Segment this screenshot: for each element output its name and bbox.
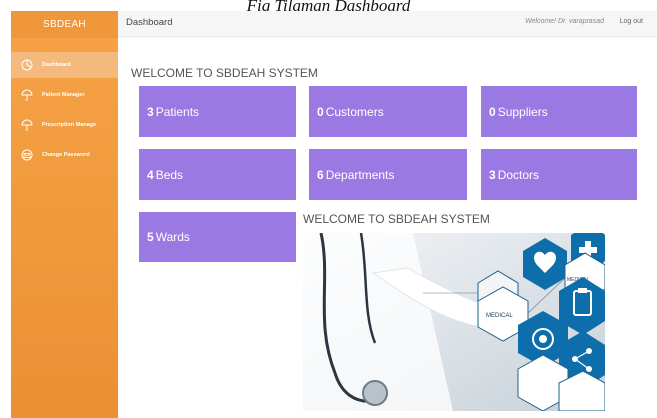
tile-label: Wards [155, 230, 190, 244]
sidebar: SBDEAH Dashboard Patient Manager Prescri… [11, 11, 118, 418]
image-heading: WELCOME TO SBDEAH SYSTEM [303, 212, 490, 226]
sidebar-item-dashboard[interactable]: Dashboard [11, 52, 118, 78]
sidebar-item-change-password[interactable]: Change Password [11, 142, 118, 168]
umbrella-icon [21, 119, 33, 131]
tile-label: Patients [155, 104, 200, 119]
welcome-heading: WELCOME TO SBDEAH SYSTEM [131, 66, 318, 80]
tile-suppliers[interactable]: 0 Suppliers [481, 86, 637, 137]
sidebar-item-label: Dashboard [42, 62, 71, 68]
tile-label: Customers [325, 104, 384, 119]
tile-label: Doctors [497, 167, 540, 182]
dashboard-icon [21, 59, 33, 71]
tile-count: 0 [317, 104, 324, 119]
sidebar-nav: Dashboard Patient Manager Prescription M… [11, 52, 118, 168]
tile-departments[interactable]: 6 Departments [309, 149, 467, 200]
tile-label: Suppliers [497, 104, 548, 119]
tile-count: 0 [489, 104, 496, 119]
tile-patients[interactable]: 3 Patients [139, 86, 296, 137]
sidebar-item-patient-manager[interactable]: Patient Manager [11, 82, 118, 108]
logout-link[interactable]: Log out [620, 18, 643, 25]
tile-count: 4 [147, 167, 154, 182]
tile-customers[interactable]: 0 Customers [309, 86, 467, 137]
tile-beds[interactable]: 4 Beds [139, 149, 296, 200]
sidebar-item-label: Patient Manager [42, 92, 85, 98]
page-title: Dashboard [126, 17, 173, 28]
tile-count: 3 [147, 104, 154, 119]
topbar: Dashboard Welcome! Dr. varaprasad Log ou… [118, 11, 657, 37]
tile-doctors[interactable]: 3 Doctors [481, 149, 637, 200]
tile-count: 5 [147, 230, 154, 244]
medical-hero-image: MEDICAL MEDICAL [303, 233, 605, 411]
hex-label: MEDICAL [486, 313, 513, 319]
brand-logo[interactable]: SBDEAH [11, 11, 118, 38]
tile-label: Departments [325, 167, 395, 182]
sidebar-item-label: Change Password [42, 152, 90, 158]
tile-wards[interactable]: 5 Wards [139, 212, 296, 262]
tile-count: 6 [317, 167, 324, 182]
tile-label: Beds [155, 167, 184, 182]
umbrella-icon [21, 89, 33, 101]
sidebar-item-prescription-manage[interactable]: Prescription Manage [11, 112, 118, 138]
envelope-icon [21, 149, 33, 161]
tile-count: 3 [489, 167, 496, 182]
welcome-message: Welcome! Dr. varaprasad [525, 18, 604, 25]
sidebar-item-label: Prescription Manage [42, 122, 97, 128]
